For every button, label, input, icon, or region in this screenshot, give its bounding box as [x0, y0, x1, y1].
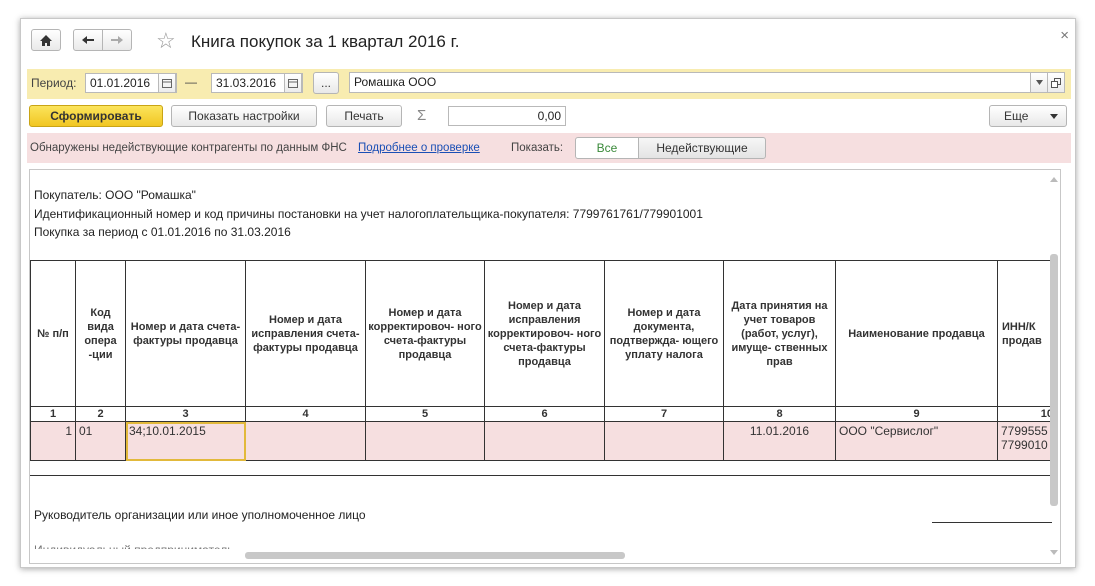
column-number: 4 — [245, 406, 366, 422]
inactive-counterparties-notice: Обнаружены недействующие контрагенты по … — [27, 133, 1071, 163]
sum-field: 0,00 — [448, 106, 566, 126]
column-number-row: 1 2 3 4 5 6 7 8 9 10 — [30, 406, 1058, 422]
organization-value: Ромашка ООО — [354, 75, 437, 89]
filter-inactive-label: Недействующие — [656, 141, 748, 155]
title-bar: ☆ Книга покупок за 1 квартал 2016 г. × — [21, 19, 1075, 65]
column-header: Номер и дата корректировоч- ного счета-ф… — [365, 260, 485, 407]
column-number: 7 — [604, 406, 724, 422]
show-label: Показать: — [511, 142, 564, 154]
table-bottom-border — [30, 475, 1052, 476]
period-bar: Период: 01.01.2016 — 31.03.2016 ... Рома… — [27, 69, 1071, 99]
close-icon[interactable]: × — [1060, 27, 1069, 44]
column-number: 3 — [125, 406, 246, 422]
column-number: 2 — [75, 406, 126, 422]
seller-inn-line2: 7799010 — [1001, 438, 1048, 452]
column-header: Код вида опера -ции — [75, 260, 126, 407]
period-from-value: 01.01.2016 — [90, 76, 151, 90]
adjustment-invoice-cell[interactable] — [365, 421, 485, 461]
report-window: ☆ Книга покупок за 1 квартал 2016 г. × П… — [20, 18, 1076, 568]
correction-cell[interactable] — [245, 421, 366, 461]
vertical-scroll-thumb[interactable] — [1050, 254, 1058, 506]
show-settings-button[interactable]: Показать настройки — [171, 105, 317, 127]
print-label: Печать — [344, 109, 384, 123]
column-number: 8 — [723, 406, 836, 422]
payment-document-cell[interactable] — [604, 421, 724, 461]
table-header-row: № п/п Код вида опера -ции Номер и дата с… — [30, 260, 1058, 407]
column-number: 10 — [997, 406, 1058, 422]
generate-button[interactable]: Сформировать — [29, 105, 163, 127]
column-header: Номер и дата документа, подтвержда- ющег… — [604, 260, 724, 407]
period-label: Период: — [31, 76, 77, 90]
calendar-from-button[interactable] — [158, 73, 176, 93]
more-label: Еще — [1004, 109, 1029, 123]
print-button[interactable]: Печать — [326, 105, 402, 127]
operation-code-cell[interactable]: 01 — [75, 421, 126, 461]
seller-inn-line1: 7799555 — [1001, 424, 1048, 438]
scroll-up-icon — [1050, 177, 1058, 182]
horizontal-scroll-thumb[interactable] — [245, 552, 625, 559]
home-icon — [40, 34, 52, 46]
filter-inactive-toggle[interactable]: Недействующие — [638, 137, 766, 159]
buyer-line: Покупатель: ООО "Ромашка" — [34, 188, 196, 202]
column-number: 6 — [484, 406, 605, 422]
sum-value: 0,00 — [537, 109, 561, 123]
table-row: 1 01 34;10.01.2015 11.01.2016 ООО "Серви… — [30, 421, 1058, 461]
chevron-down-icon — [1035, 80, 1043, 85]
report-area: Покупатель: ООО "Ромашка" Идентификацион… — [29, 169, 1061, 564]
column-number: 9 — [835, 406, 998, 422]
filter-all-label: Все — [596, 141, 618, 155]
generate-label: Сформировать — [50, 109, 142, 123]
column-header: ИНН/К продав — [997, 260, 1058, 407]
period-select-button[interactable]: ... — [313, 72, 339, 94]
column-number: 1 — [30, 406, 76, 422]
arrow-left-icon — [82, 36, 94, 44]
favorite-star-icon[interactable]: ☆ — [156, 28, 176, 54]
filter-all-toggle[interactable]: Все — [575, 137, 639, 159]
signature-line — [932, 522, 1052, 523]
organization-dropdown-button[interactable] — [1030, 72, 1048, 93]
column-header: Номер и дата исправления счета-фактуры п… — [245, 260, 366, 407]
period-to-value: 31.03.2016 — [216, 76, 277, 90]
column-header: Номер и дата счета-фактуры продавца — [125, 260, 246, 407]
row-number-cell[interactable]: 1 — [30, 421, 76, 461]
accept-date-cell[interactable]: 11.01.2016 — [723, 421, 836, 461]
calendar-icon — [288, 78, 298, 88]
arrow-right-icon — [111, 36, 123, 44]
organization-open-button[interactable] — [1047, 72, 1065, 93]
chevron-down-icon — [1050, 114, 1058, 119]
column-number: 5 — [365, 406, 485, 422]
column-header: Номер и дата исправления корректировоч- … — [484, 260, 605, 407]
purchase-book-table: № п/п Код вида опера -ции Номер и дата с… — [30, 260, 1058, 461]
period-dash: — — [185, 75, 197, 89]
adjustment-correction-cell[interactable] — [484, 421, 605, 461]
ellipsis-label: ... — [320, 76, 331, 90]
calendar-to-button[interactable] — [284, 73, 302, 93]
column-header: Дата принятия на учет товаров (работ, ус… — [723, 260, 836, 407]
invoice-cell[interactable]: 34;10.01.2015 — [125, 421, 246, 461]
home-button[interactable] — [31, 29, 61, 51]
organization-field[interactable]: Ромашка ООО — [349, 72, 1031, 93]
column-header: Наименование продавца — [835, 260, 998, 407]
more-button[interactable]: Еще — [989, 105, 1067, 127]
notice-text: Обнаружены недействующие контрагенты по … — [30, 142, 347, 154]
vertical-scrollbar[interactable] — [1050, 176, 1058, 556]
check-details-link[interactable]: Подробнее о проверке — [358, 142, 480, 154]
show-settings-label: Показать настройки — [188, 109, 300, 123]
signature-label: Руководитель организации или иное уполно… — [34, 508, 366, 522]
column-header: № п/п — [30, 260, 76, 407]
calendar-icon — [162, 78, 172, 88]
forward-button[interactable] — [102, 29, 132, 51]
seller-name-cell[interactable]: ООО "Сервислог" — [835, 421, 998, 461]
purchase-period-line: Покупка за период с 01.01.2016 по 31.03.… — [34, 225, 291, 239]
entrepreneur-label: Индивидуальный предприниматель — [34, 543, 233, 549]
window-title: Книга покупок за 1 квартал 2016 г. — [191, 32, 460, 51]
scroll-down-icon — [1050, 550, 1058, 555]
sigma-icon: Σ — [417, 107, 427, 124]
seller-inn-cell[interactable]: 7799555 7799010 — [997, 421, 1058, 461]
buyer-inn-line: Идентификационный номер и код причины по… — [34, 207, 703, 221]
back-button[interactable] — [73, 29, 103, 51]
open-window-icon — [1051, 77, 1061, 88]
